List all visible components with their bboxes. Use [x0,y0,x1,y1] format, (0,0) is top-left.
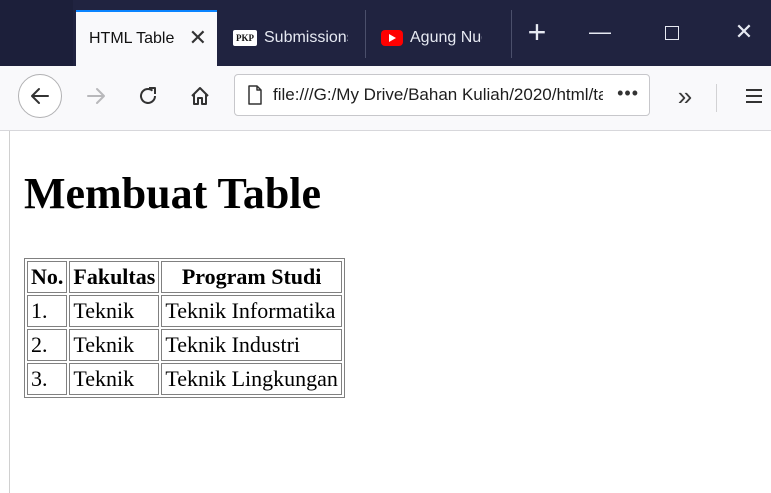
table-row: 2. Teknik Teknik Industri [27,329,342,361]
tab-separator [365,10,366,58]
program-table: No. Fakultas Program Studi 1. Teknik Tek… [24,258,345,398]
tab-label: Submissions [264,29,348,46]
tab-strip: HTML Table ✕ PKP Submissions Agung Nugro… [0,0,771,66]
table-cell: Teknik [69,295,160,327]
toolbar-separator [716,84,717,112]
table-row: 1. Teknik Teknik Informatika [27,295,342,327]
tab-submissions[interactable]: PKP Submissions [233,10,365,66]
home-icon [191,87,209,105]
tab-separator [511,10,512,58]
maximize-window-button[interactable] [652,14,692,50]
maximize-icon [665,26,679,41]
column-header: No. [27,261,68,293]
table-cell: Teknik [69,329,160,361]
table-cell: Teknik [69,363,160,395]
tab-html-table[interactable]: HTML Table ✕ [76,10,217,66]
table-cell: 2. [27,329,68,361]
table-cell: Teknik Informatika [161,295,342,327]
table-cell: 3. [27,363,68,395]
table-cell: 1. [27,295,68,327]
forward-arrow-icon [87,88,105,104]
column-header: Fakultas [69,261,160,293]
reload-icon [140,87,156,104]
minimize-window-button[interactable]: — [580,14,620,50]
page-actions-icon[interactable]: ••• [617,83,639,104]
page-content: Membuat Table No. Fakultas Program Studi… [0,131,771,493]
close-window-button[interactable]: ✕ [724,14,764,50]
back-button[interactable] [18,74,62,118]
hamburger-icon [746,89,762,103]
reload-button[interactable] [128,74,168,118]
tab-label: HTML Table [89,30,175,47]
tab-label: Agung Nugroho [410,29,482,46]
table-header-row: No. Fakultas Program Studi [27,261,342,293]
back-arrow-icon [31,88,49,104]
column-header: Program Studi [161,261,342,293]
hamburger-menu-button[interactable] [734,74,771,118]
table-cell: Teknik Industri [161,329,342,361]
page-title: Membuat Table [24,169,322,218]
forward-button[interactable] [76,74,116,118]
close-tab-icon[interactable]: ✕ [189,26,207,50]
tab-strip-spacer [0,0,73,66]
page-icon [248,85,262,105]
table-row: 3. Teknik Teknik Lingkungan [27,363,342,395]
new-tab-button[interactable]: + [522,14,552,50]
address-bar[interactable]: file:///G:/My Drive/Bahan Kuliah/2020/ht… [234,74,650,116]
pkp-favicon-icon: PKP [233,30,257,46]
home-button[interactable] [180,74,220,118]
double-chevron-icon: » [677,80,693,111]
overflow-menu-button[interactable]: » [665,74,705,118]
content-border [9,131,10,493]
tab-youtube[interactable]: Agung Nugroho [381,10,511,66]
youtube-icon [381,30,403,46]
url-text[interactable]: file:///G:/My Drive/Bahan Kuliah/2020/ht… [273,85,603,105]
navigation-toolbar: file:///G:/My Drive/Bahan Kuliah/2020/ht… [0,66,771,131]
table-cell: Teknik Lingkungan [161,363,342,395]
